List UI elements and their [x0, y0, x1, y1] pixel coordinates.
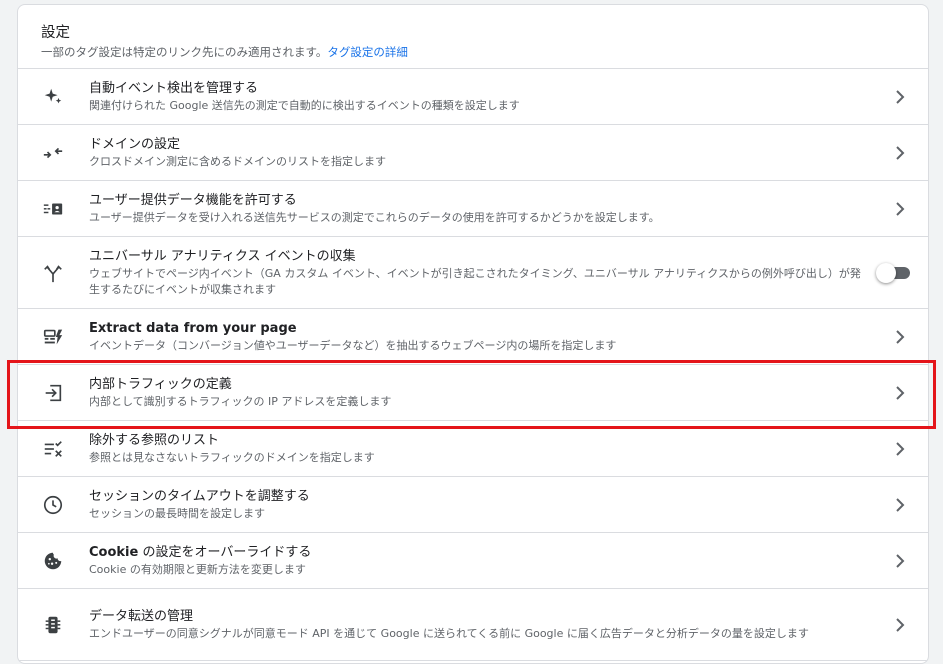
row-description: 参照とは見なさないトラフィックのドメインを指定します [89, 450, 375, 464]
row-description: Cookie の有効期限と更新方法を変更します [89, 562, 306, 576]
row-title: 内部トラフィックの定義 [89, 376, 232, 392]
chevron-right-icon[interactable] [892, 385, 908, 401]
row-description: エンドユーザーの同意シグナルが同意モード API を通じて Google に送ら… [89, 626, 809, 640]
row-description: 関連付けられた Google 送信先の測定で自動的に検出するイベントの種類を設定… [89, 98, 520, 112]
settings-row-auto-event-detection[interactable]: 自動イベント検出を管理する 関連付けられた Google 送信先の測定で自動的に… [18, 69, 928, 125]
ua-event-collection-toggle[interactable] [876, 262, 912, 283]
settings-row-domains[interactable]: ドメインの設定 クロスドメイン測定に含めるドメインのリストを指定します [18, 125, 928, 181]
cookie-icon [41, 549, 65, 573]
exclude-list-icon [41, 437, 65, 461]
card-title: 設定 [41, 25, 70, 41]
row-title: 自動イベント検出を管理する [89, 80, 259, 96]
row-description: ユーザー提供データを受け入れる送信先サービスの測定でこれらのデータの使用を許可す… [89, 210, 660, 224]
card-header: 設定 一部のタグ設定は特定のリンク先にのみ適用されます。タグ設定の詳細 [18, 5, 928, 69]
row-title: セッションのタイムアウトを調整する [89, 488, 310, 504]
row-title: データ転送の管理 [89, 608, 194, 624]
chevron-right-icon[interactable] [892, 553, 908, 569]
card-subtitle-text: 一部のタグ設定は特定のリンク先にのみ適用されます。 [41, 45, 328, 59]
row-description: クロスドメイン測定に含めるドメインのリストを指定します [89, 154, 386, 168]
chevron-right-icon[interactable] [892, 497, 908, 513]
compress-arrows-icon [41, 141, 65, 165]
settings-card: 設定 一部のタグ設定は特定のリンク先にのみ適用されます。タグ設定の詳細 自動イベ… [17, 4, 929, 664]
row-title: 除外する参照のリスト [89, 432, 220, 448]
settings-row-excluded-referrals[interactable]: 除外する参照のリスト 参照とは見なさないトラフィックのドメインを指定します [18, 421, 928, 477]
settings-row-cookie-override[interactable]: Cookie の設定をオーバーライドする Cookie の有効期限と更新方法を変… [18, 533, 928, 589]
row-title-rest: の設定をオーバーライドする [138, 544, 312, 560]
chevron-right-icon[interactable] [892, 617, 908, 633]
data-transfer-icon [41, 613, 65, 637]
chevron-right-icon[interactable] [892, 89, 908, 105]
chevron-right-icon[interactable] [892, 329, 908, 345]
clock-icon [41, 493, 65, 517]
merge-arrows-icon [41, 261, 65, 285]
row-description: ウェブサイトでページ内イベント（GA カスタム イベント、イベントが引き起こされ… [89, 266, 861, 296]
login-arrow-icon [41, 381, 65, 405]
row-title: Extract data from your page [89, 320, 297, 336]
row-description: セッションの最長時間を設定します [89, 506, 265, 520]
settings-row-extract-data[interactable]: Extract data from your page イベントデータ（コンバー… [18, 309, 928, 365]
settings-row-ua-event-collection: ユニバーサル アナリティクス イベントの収集 ウェブサイトでページ内イベント（G… [18, 237, 928, 309]
user-data-icon [41, 197, 65, 221]
extract-data-icon [41, 325, 65, 349]
tag-settings-help-link[interactable]: タグ設定の詳細 [327, 45, 408, 59]
row-description: イベントデータ（コンバージョン値やユーザーデータなど）を抽出するウェブページ内の… [89, 338, 617, 352]
settings-row-session-timeout[interactable]: セッションのタイムアウトを調整する セッションの最長時間を設定します [18, 477, 928, 533]
chevron-right-icon[interactable] [892, 441, 908, 457]
settings-row-data-transfer[interactable]: データ転送の管理 エンドユーザーの同意シグナルが同意モード API を通じて G… [18, 589, 928, 661]
toggle-thumb [876, 262, 896, 283]
card-subtitle: 一部のタグ設定は特定のリンク先にのみ適用されます。タグ設定の詳細 [41, 44, 928, 60]
row-title: ユニバーサル アナリティクス イベントの収集 [89, 248, 356, 264]
settings-row-internal-traffic[interactable]: 内部トラフィックの定義 内部として識別するトラフィックの IP アドレスを定義し… [18, 365, 928, 421]
chevron-right-icon[interactable] [892, 145, 908, 161]
chevron-right-icon[interactable] [892, 201, 908, 217]
row-title: ドメインの設定 [89, 136, 181, 152]
row-title: ユーザー提供データ機能を許可する [89, 192, 297, 208]
sparkle-icon [41, 85, 65, 109]
settings-row-user-provided-data[interactable]: ユーザー提供データ機能を許可する ユーザー提供データを受け入れる送信先サービスの… [18, 181, 928, 237]
row-title: Cookie の設定をオーバーライドする [89, 544, 868, 562]
row-description: 内部として識別するトラフィックの IP アドレスを定義します [89, 394, 392, 408]
row-title-bold: Cookie [89, 544, 139, 560]
